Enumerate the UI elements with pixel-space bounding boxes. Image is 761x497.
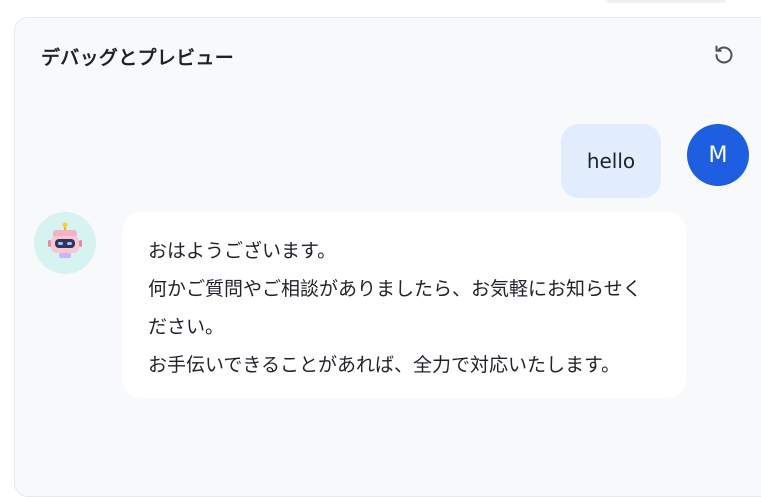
top-tab-edge (606, 0, 726, 3)
bot-message-line: 何かご質問やご相談がありましたら、お気軽にお知らせく (148, 278, 642, 300)
user-message-row: hello M (561, 124, 749, 198)
refresh-button[interactable] (709, 42, 739, 72)
debug-preview-panel: デバッグとプレビュー hello M おはようございます。 何かご質問やご相談が… (14, 17, 761, 497)
panel-title: デバッグとプレビュー (41, 47, 235, 69)
bot-message-bubble: おはようございます。 何かご質問やご相談がありましたら、お気軽にお知らせく ださ… (123, 212, 686, 398)
user-avatar: M (687, 124, 749, 186)
bot-message-line: ださい。 (148, 316, 225, 338)
bot-message-line: おはようございます。 (148, 240, 337, 262)
robot-icon (48, 222, 82, 264)
bot-message-line: お手伝いできることがあれば、全力で対応いたします。 (148, 354, 621, 376)
user-message-bubble: hello (561, 124, 661, 198)
refresh-icon (712, 43, 736, 71)
bot-avatar (34, 212, 96, 274)
